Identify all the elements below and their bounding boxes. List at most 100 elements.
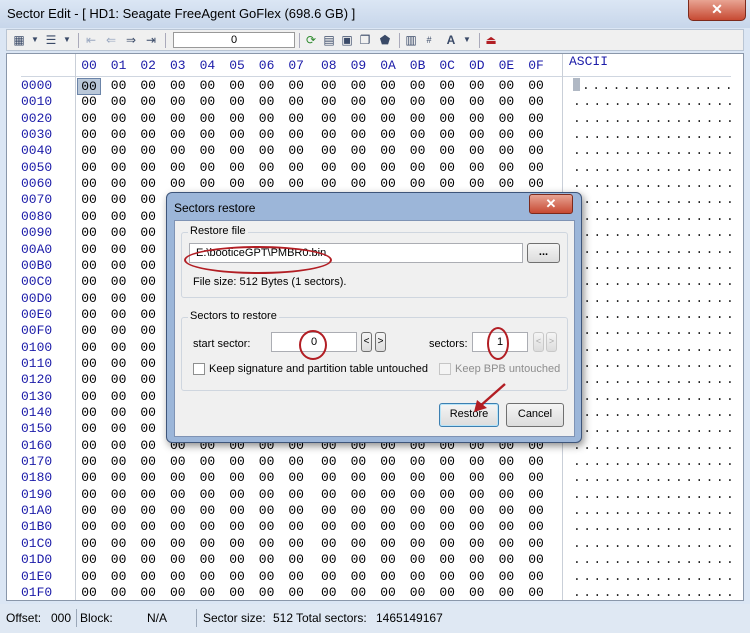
byte-cell[interactable]: 00 bbox=[317, 127, 341, 142]
byte-cell[interactable]: 00 bbox=[107, 405, 131, 420]
byte-cell[interactable]: 00 bbox=[494, 585, 518, 600]
byte-cell[interactable]: 00 bbox=[465, 127, 489, 142]
byte-cell[interactable]: 00 bbox=[346, 78, 370, 93]
byte-cell[interactable]: 00 bbox=[225, 470, 249, 485]
byte-cell[interactable]: 00 bbox=[136, 389, 160, 404]
byte-cell[interactable]: 00 bbox=[346, 94, 370, 109]
byte-cell[interactable]: 00 bbox=[284, 111, 308, 126]
byte-cell[interactable]: 00 bbox=[195, 143, 219, 158]
byte-cell[interactable]: 00 bbox=[225, 143, 249, 158]
byte-cell[interactable]: 00 bbox=[107, 340, 131, 355]
byte-cell[interactable]: 00 bbox=[195, 487, 219, 502]
byte-cell[interactable]: 00 bbox=[136, 225, 160, 240]
ascii-cell[interactable]: ................ bbox=[573, 291, 736, 306]
byte-cell[interactable]: 00 bbox=[494, 536, 518, 551]
byte-cell[interactable]: 00 bbox=[166, 569, 190, 584]
byte-cell[interactable]: 00 bbox=[136, 356, 160, 371]
byte-cell[interactable]: 00 bbox=[346, 111, 370, 126]
byte-cell[interactable]: 00 bbox=[524, 176, 548, 191]
byte-cell[interactable]: 00 bbox=[376, 552, 400, 567]
byte-cell[interactable]: 00 bbox=[494, 454, 518, 469]
byte-cell[interactable]: 00 bbox=[435, 552, 459, 567]
byte-cell[interactable]: 00 bbox=[77, 438, 101, 453]
byte-cell[interactable]: 00 bbox=[77, 258, 101, 273]
ascii-cell[interactable]: ................ bbox=[573, 209, 736, 224]
byte-cell[interactable]: 00 bbox=[346, 536, 370, 551]
byte-cell[interactable]: 00 bbox=[284, 454, 308, 469]
byte-cell[interactable]: 00 bbox=[376, 487, 400, 502]
byte-cell[interactable]: 00 bbox=[107, 421, 131, 436]
byte-cell[interactable]: 00 bbox=[136, 503, 160, 518]
byte-cell[interactable]: 00 bbox=[77, 569, 101, 584]
byte-cell[interactable]: 00 bbox=[524, 585, 548, 600]
ascii-cell[interactable]: ................ bbox=[573, 421, 736, 436]
byte-cell[interactable]: 00 bbox=[107, 143, 131, 158]
start-sector-next-button[interactable]: > bbox=[375, 332, 386, 352]
byte-cell[interactable]: 00 bbox=[77, 323, 101, 338]
byte-cell[interactable]: 00 bbox=[77, 372, 101, 387]
byte-cell[interactable]: 00 bbox=[136, 176, 160, 191]
ascii-cell[interactable]: ................ bbox=[573, 356, 736, 371]
byte-cell[interactable]: 00 bbox=[107, 585, 131, 600]
byte-cell[interactable]: 00 bbox=[317, 503, 341, 518]
byte-cell[interactable]: 00 bbox=[77, 503, 101, 518]
byte-cell[interactable]: 00 bbox=[136, 127, 160, 142]
ascii-cell[interactable]: ................ bbox=[573, 192, 736, 207]
byte-cell[interactable]: 00 bbox=[524, 487, 548, 502]
byte-cell[interactable]: 00 bbox=[77, 274, 101, 289]
byte-cell[interactable]: 00 bbox=[77, 585, 101, 600]
byte-cell[interactable]: 00 bbox=[195, 94, 219, 109]
byte-cell[interactable]: 00 bbox=[406, 143, 430, 158]
byte-cell[interactable]: 00 bbox=[77, 519, 101, 534]
byte-cell[interactable]: 00 bbox=[166, 585, 190, 600]
byte-cell[interactable]: 00 bbox=[136, 291, 160, 306]
byte-cell[interactable]: 00 bbox=[346, 176, 370, 191]
byte-cell[interactable]: 00 bbox=[465, 569, 489, 584]
byte-cell[interactable]: 00 bbox=[317, 94, 341, 109]
byte-cell[interactable]: 00 bbox=[255, 585, 279, 600]
byte-cell[interactable]: 00 bbox=[225, 487, 249, 502]
byte-cell[interactable]: 00 bbox=[346, 127, 370, 142]
calculator-icon[interactable]: ▥ bbox=[403, 32, 419, 48]
byte-cell[interactable]: 00 bbox=[255, 519, 279, 534]
byte-cell[interactable]: 00 bbox=[524, 160, 548, 175]
byte-cell[interactable]: 00 bbox=[77, 487, 101, 502]
copy-icon[interactable]: ❐ bbox=[357, 32, 373, 48]
byte-cell[interactable]: 00 bbox=[195, 160, 219, 175]
byte-cell[interactable]: 00 bbox=[77, 160, 101, 175]
byte-cell[interactable]: 00 bbox=[107, 111, 131, 126]
byte-cell[interactable]: 00 bbox=[406, 487, 430, 502]
byte-cell[interactable]: 00 bbox=[77, 552, 101, 567]
byte-cell[interactable]: 00 bbox=[77, 242, 101, 257]
byte-cell[interactable]: 00 bbox=[524, 552, 548, 567]
byte-cell[interactable]: 00 bbox=[376, 78, 400, 93]
selected-byte-cell[interactable]: 00 bbox=[77, 78, 101, 95]
byte-cell[interactable]: 00 bbox=[524, 143, 548, 158]
cancel-button[interactable]: Cancel bbox=[506, 403, 564, 427]
restore-icon[interactable]: ⬟ bbox=[377, 32, 393, 48]
byte-cell[interactable]: 00 bbox=[346, 552, 370, 567]
byte-cell[interactable]: 00 bbox=[107, 94, 131, 109]
byte-cell[interactable]: 00 bbox=[465, 470, 489, 485]
byte-cell[interactable]: 00 bbox=[195, 470, 219, 485]
byte-cell[interactable]: 00 bbox=[136, 323, 160, 338]
byte-cell[interactable]: 00 bbox=[346, 519, 370, 534]
byte-cell[interactable]: 00 bbox=[524, 519, 548, 534]
byte-cell[interactable]: 00 bbox=[406, 127, 430, 142]
byte-cell[interactable]: 00 bbox=[225, 519, 249, 534]
byte-cell[interactable]: 00 bbox=[136, 307, 160, 322]
byte-cell[interactable]: 00 bbox=[376, 143, 400, 158]
ascii-cell[interactable]: ................ bbox=[573, 258, 736, 273]
byte-cell[interactable]: 00 bbox=[225, 536, 249, 551]
ascii-cell[interactable]: ................ bbox=[573, 372, 736, 387]
byte-cell[interactable]: 00 bbox=[494, 503, 518, 518]
byte-cell[interactable]: 00 bbox=[136, 258, 160, 273]
byte-cell[interactable]: 00 bbox=[107, 242, 131, 257]
byte-cell[interactable]: 00 bbox=[107, 258, 131, 273]
byte-cell[interactable]: 00 bbox=[346, 569, 370, 584]
byte-cell[interactable]: 00 bbox=[524, 569, 548, 584]
byte-cell[interactable]: 00 bbox=[195, 552, 219, 567]
byte-cell[interactable]: 00 bbox=[435, 111, 459, 126]
byte-cell[interactable]: 00 bbox=[284, 552, 308, 567]
byte-cell[interactable]: 00 bbox=[166, 94, 190, 109]
